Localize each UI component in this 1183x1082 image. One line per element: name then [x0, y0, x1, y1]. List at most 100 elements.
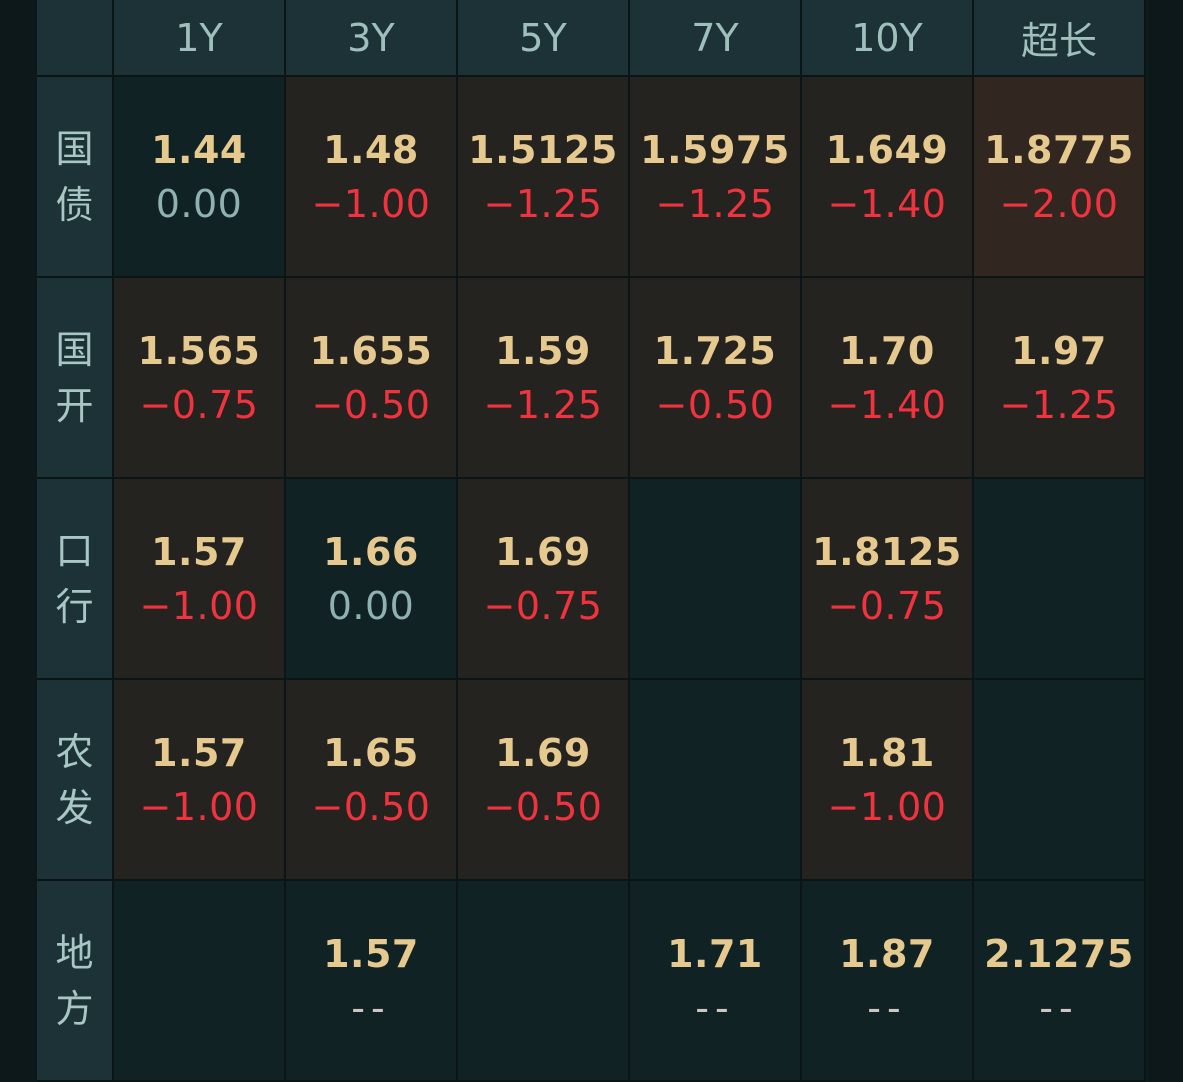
- quote-cell-treasury-7Y[interactable]: 1.5975 −1.25: [630, 77, 802, 278]
- quote-cell-cdb-3Y[interactable]: 1.655 −0.50: [286, 278, 458, 479]
- yield-change: −0.50: [311, 382, 431, 427]
- row-label-cdb[interactable]: 国开: [37, 278, 114, 479]
- quote-cell-adbc-10Y[interactable]: 1.81 −1.00: [802, 680, 974, 881]
- quote-cell-adbc-7Y[interactable]: [630, 680, 802, 881]
- quote-cell-local-1Y[interactable]: [114, 881, 286, 1082]
- quote-cell-treasury-5Y[interactable]: 1.5125 −1.25: [458, 77, 630, 278]
- yield-value: 1.5125: [468, 127, 618, 172]
- column-header-10y[interactable]: 10Y: [802, 0, 974, 77]
- quote-cell-cdb-5Y[interactable]: 1.59 −1.25: [458, 278, 630, 479]
- column-header-ultra-long[interactable]: 超长: [974, 0, 1146, 77]
- row-label-char: 国: [55, 126, 94, 171]
- quote-cell-local-10Y[interactable]: 1.87 --: [802, 881, 974, 1082]
- yield-value: 1.8775: [984, 127, 1134, 172]
- quote-cell-adbc-3Y[interactable]: 1.65 −0.50: [286, 680, 458, 881]
- yield-value: 1.649: [825, 127, 949, 172]
- yield-value: 1.69: [495, 529, 591, 574]
- yield-value: 1.66: [323, 529, 419, 574]
- yield-change: --: [867, 985, 907, 1030]
- yield-change: −0.50: [655, 382, 775, 427]
- yield-change: −1.00: [139, 583, 259, 628]
- quote-cell-exim-3Y[interactable]: 1.66 0.00: [286, 479, 458, 680]
- row-label-local[interactable]: 地方: [37, 881, 114, 1082]
- yield-value: 1.70: [839, 328, 935, 373]
- quote-cell-adbc-超长[interactable]: [974, 680, 1146, 881]
- quote-cell-exim-10Y[interactable]: 1.8125 −0.75: [802, 479, 974, 680]
- quote-cell-cdb-10Y[interactable]: 1.70 −1.40: [802, 278, 974, 479]
- yield-grid: 1Y 3Y 5Y 7Y 10Y 超长 国债 1.44 0.00 1.48 −1.00 1.…: [37, 0, 1148, 1082]
- yield-value: 1.57: [151, 529, 247, 574]
- yield-change: −0.75: [483, 583, 603, 628]
- yield-change: −1.00: [827, 784, 947, 829]
- yield-change: −1.25: [483, 181, 603, 226]
- yield-change: 0.00: [327, 583, 415, 628]
- yield-value: 1.87: [839, 931, 935, 976]
- yield-change: −0.75: [827, 583, 947, 628]
- column-header-3y[interactable]: 3Y: [286, 0, 458, 77]
- yield-value: 1.69: [495, 730, 591, 775]
- quote-cell-local-3Y[interactable]: 1.57 --: [286, 881, 458, 1082]
- yield-value: 1.57: [151, 730, 247, 775]
- yield-value: 1.97: [1011, 328, 1107, 373]
- yield-board: 1Y 3Y 5Y 7Y 10Y 超长 国债 1.44 0.00 1.48 −1.00 1.…: [0, 0, 1183, 1082]
- yield-change: −1.40: [827, 181, 947, 226]
- row-label-char: 债: [55, 182, 94, 227]
- quote-cell-exim-5Y[interactable]: 1.69 −0.75: [458, 479, 630, 680]
- right-edge: [1148, 0, 1183, 1082]
- quote-cell-cdb-1Y[interactable]: 1.565 −0.75: [114, 278, 286, 479]
- yield-value: 2.1275: [984, 931, 1134, 976]
- yield-value: 1.65: [323, 730, 419, 775]
- yield-value: 1.655: [309, 328, 433, 373]
- yield-change: −1.00: [139, 784, 259, 829]
- yield-change: 0.00: [155, 181, 243, 226]
- quote-cell-treasury-超长[interactable]: 1.8775 −2.00: [974, 77, 1146, 278]
- row-label-treasury[interactable]: 国债: [37, 77, 114, 278]
- row-label-char: 农: [55, 729, 94, 774]
- quote-cell-local-5Y[interactable]: [458, 881, 630, 1082]
- quote-cell-cdb-7Y[interactable]: 1.725 −0.50: [630, 278, 802, 479]
- yield-value: 1.48: [323, 127, 419, 172]
- quote-cell-adbc-1Y[interactable]: 1.57 −1.00: [114, 680, 286, 881]
- yield-value: 1.57: [323, 931, 419, 976]
- yield-change: −1.25: [655, 181, 775, 226]
- yield-change: −0.75: [139, 382, 259, 427]
- yield-change: −2.00: [999, 181, 1119, 226]
- quote-cell-treasury-1Y[interactable]: 1.44 0.00: [114, 77, 286, 278]
- yield-value: 1.725: [653, 328, 777, 373]
- quote-cell-treasury-10Y[interactable]: 1.649 −1.40: [802, 77, 974, 278]
- left-edge: [0, 0, 37, 1082]
- yield-value: 1.71: [667, 931, 763, 976]
- row-label-char: 地: [55, 930, 94, 975]
- column-header-5y[interactable]: 5Y: [458, 0, 630, 77]
- column-header-1y[interactable]: 1Y: [114, 0, 286, 77]
- quote-cell-exim-7Y[interactable]: [630, 479, 802, 680]
- row-label-char: 国: [55, 327, 94, 372]
- yield-change: --: [695, 985, 735, 1030]
- yield-value: 1.59: [495, 328, 591, 373]
- yield-value: 1.81: [839, 730, 935, 775]
- row-label-exim[interactable]: 口行: [37, 479, 114, 680]
- yield-value: 1.44: [151, 127, 247, 172]
- row-label-char: 口: [55, 528, 94, 573]
- row-label-char: 行: [55, 584, 94, 629]
- quote-cell-local-7Y[interactable]: 1.71 --: [630, 881, 802, 1082]
- yield-change: −1.00: [311, 181, 431, 226]
- yield-change: --: [351, 985, 391, 1030]
- quote-cell-cdb-超长[interactable]: 1.97 −1.25: [974, 278, 1146, 479]
- row-label-char: 开: [55, 383, 94, 428]
- quote-cell-exim-1Y[interactable]: 1.57 −1.00: [114, 479, 286, 680]
- yield-value: 1.8125: [812, 529, 962, 574]
- quote-cell-adbc-5Y[interactable]: 1.69 −0.50: [458, 680, 630, 881]
- quote-cell-local-超长[interactable]: 2.1275 --: [974, 881, 1146, 1082]
- yield-change: --: [1039, 985, 1079, 1030]
- row-label-adbc[interactable]: 农发: [37, 680, 114, 881]
- quote-cell-treasury-3Y[interactable]: 1.48 −1.00: [286, 77, 458, 278]
- column-header-7y[interactable]: 7Y: [630, 0, 802, 77]
- yield-change: −0.50: [483, 784, 603, 829]
- yield-change: −1.40: [827, 382, 947, 427]
- quote-cell-exim-超长[interactable]: [974, 479, 1146, 680]
- row-label-char: 方: [55, 986, 94, 1031]
- yield-value: 1.5975: [640, 127, 790, 172]
- row-label-char: 发: [55, 785, 94, 830]
- yield-value: 1.565: [137, 328, 261, 373]
